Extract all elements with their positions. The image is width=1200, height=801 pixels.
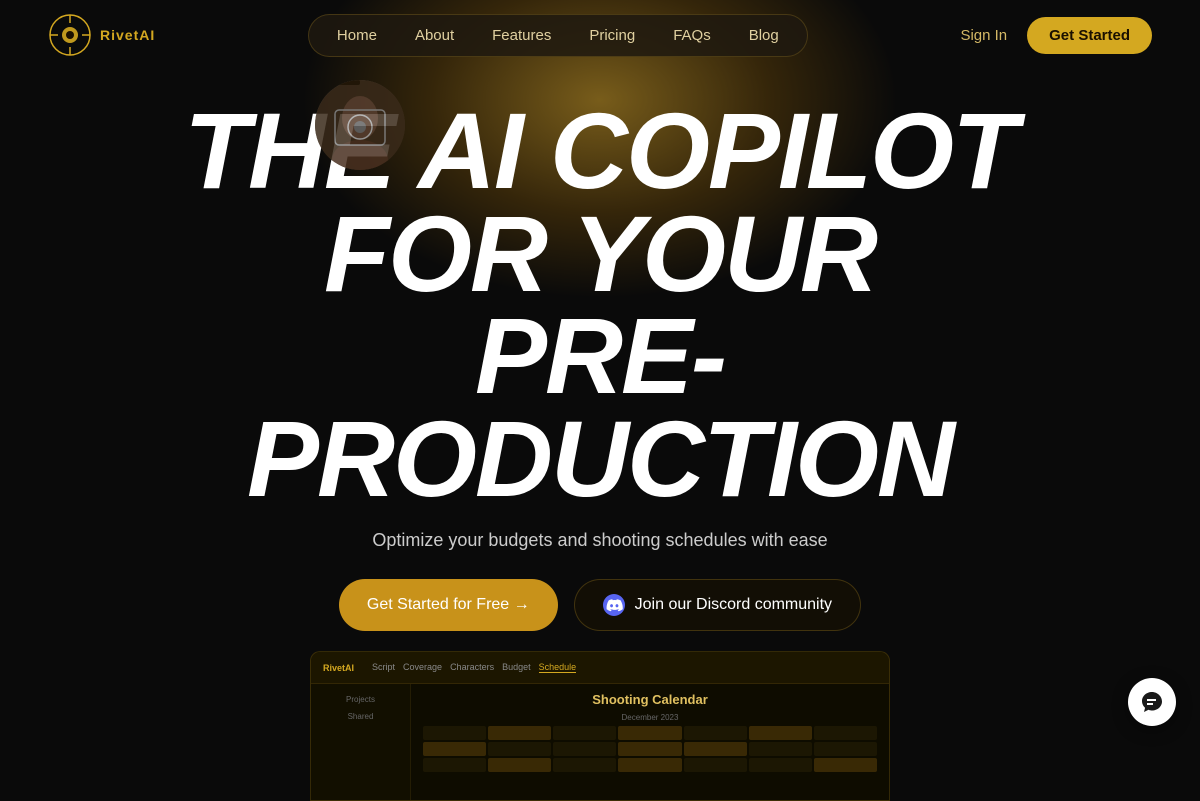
chat-bubble-button[interactable]	[1128, 678, 1176, 726]
cell-3	[553, 726, 616, 740]
discord-button[interactable]: Join our Discord community	[574, 579, 861, 631]
hero-cta: Get Started for Free → Join our Discord …	[339, 579, 861, 631]
cell-5	[684, 726, 747, 740]
app-preview: RivetAI Script Coverage Characters Budge…	[310, 651, 890, 801]
chat-bubble-icon	[1140, 690, 1164, 714]
preview-sidebar-shared[interactable]: Shared	[319, 709, 402, 724]
cell-1	[423, 726, 486, 740]
preview-tab-script[interactable]: Script	[372, 662, 395, 673]
preview-tab-budget[interactable]: Budget	[502, 662, 531, 673]
cell-15	[423, 758, 486, 772]
preview-logo-text: RivetAI	[323, 663, 354, 673]
cell-17	[553, 758, 616, 772]
logo[interactable]: RivetAI	[48, 13, 155, 57]
preview-calendar-grid	[423, 726, 877, 772]
preview-toolbar: RivetAI Script Coverage Characters Budge…	[311, 652, 889, 684]
cell-4	[618, 726, 681, 740]
preview-month: December 2023	[423, 713, 877, 722]
nav-item-blog[interactable]: Blog	[731, 21, 797, 50]
nav-item-features[interactable]: Features	[474, 21, 569, 50]
avatar-image	[315, 80, 405, 170]
get-started-free-button[interactable]: Get Started for Free →	[339, 579, 558, 631]
hero-title-line3: PRE-PRODUCTION	[247, 295, 953, 519]
nav-item-home[interactable]: Home	[319, 21, 395, 50]
cell-18	[618, 758, 681, 772]
nav-item-about[interactable]: About	[397, 21, 472, 50]
cell-13	[749, 742, 812, 756]
rivetai-logo-icon	[48, 13, 92, 57]
hero-avatar	[315, 80, 405, 170]
cell-16	[488, 758, 551, 772]
navbar: RivetAI Home About Features Pricing FAQs…	[0, 0, 1200, 70]
discord-icon	[603, 594, 625, 616]
nav-links: Home About Features Pricing FAQs Blog	[308, 14, 808, 57]
nav-item-faqs[interactable]: FAQs	[655, 21, 729, 50]
hero-title: THE AI COPILOT FOR YOUR PRE-PRODUCTION	[150, 100, 1050, 510]
get-started-nav-button[interactable]: Get Started	[1027, 17, 1152, 54]
hero-section: THE AI COPILOT FOR YOUR PRE-PRODUCTION O…	[0, 70, 1200, 801]
preview-tab-characters[interactable]: Characters	[450, 662, 494, 673]
preview-sidebar-projects[interactable]: Projects	[319, 692, 402, 707]
preview-tab-schedule[interactable]: Schedule	[539, 662, 577, 673]
logo-text: RivetAI	[100, 27, 155, 43]
cell-20	[749, 758, 812, 772]
cell-9	[488, 742, 551, 756]
cell-10	[553, 742, 616, 756]
preview-sidebar: Projects Shared	[311, 684, 411, 800]
preview-tabs: Script Coverage Characters Budget Schedu…	[372, 662, 576, 673]
nav-item-pricing[interactable]: Pricing	[571, 21, 653, 50]
nav-right: Sign In Get Started	[960, 17, 1152, 54]
sign-in-button[interactable]: Sign In	[960, 27, 1007, 44]
cell-21	[814, 758, 877, 772]
preview-main: Shooting Calendar December 2023	[411, 684, 889, 800]
cell-2	[488, 726, 551, 740]
cell-19	[684, 758, 747, 772]
preview-tab-coverage[interactable]: Coverage	[403, 662, 442, 673]
hero-subtitle: Optimize your budgets and shooting sched…	[372, 530, 827, 551]
preview-content: Projects Shared Shooting Calendar Decemb…	[311, 684, 889, 800]
preview-heading: Shooting Calendar	[423, 692, 877, 707]
cell-12	[684, 742, 747, 756]
cell-11	[618, 742, 681, 756]
cell-14	[814, 742, 877, 756]
cell-7	[814, 726, 877, 740]
cell-8	[423, 742, 486, 756]
cell-6	[749, 726, 812, 740]
